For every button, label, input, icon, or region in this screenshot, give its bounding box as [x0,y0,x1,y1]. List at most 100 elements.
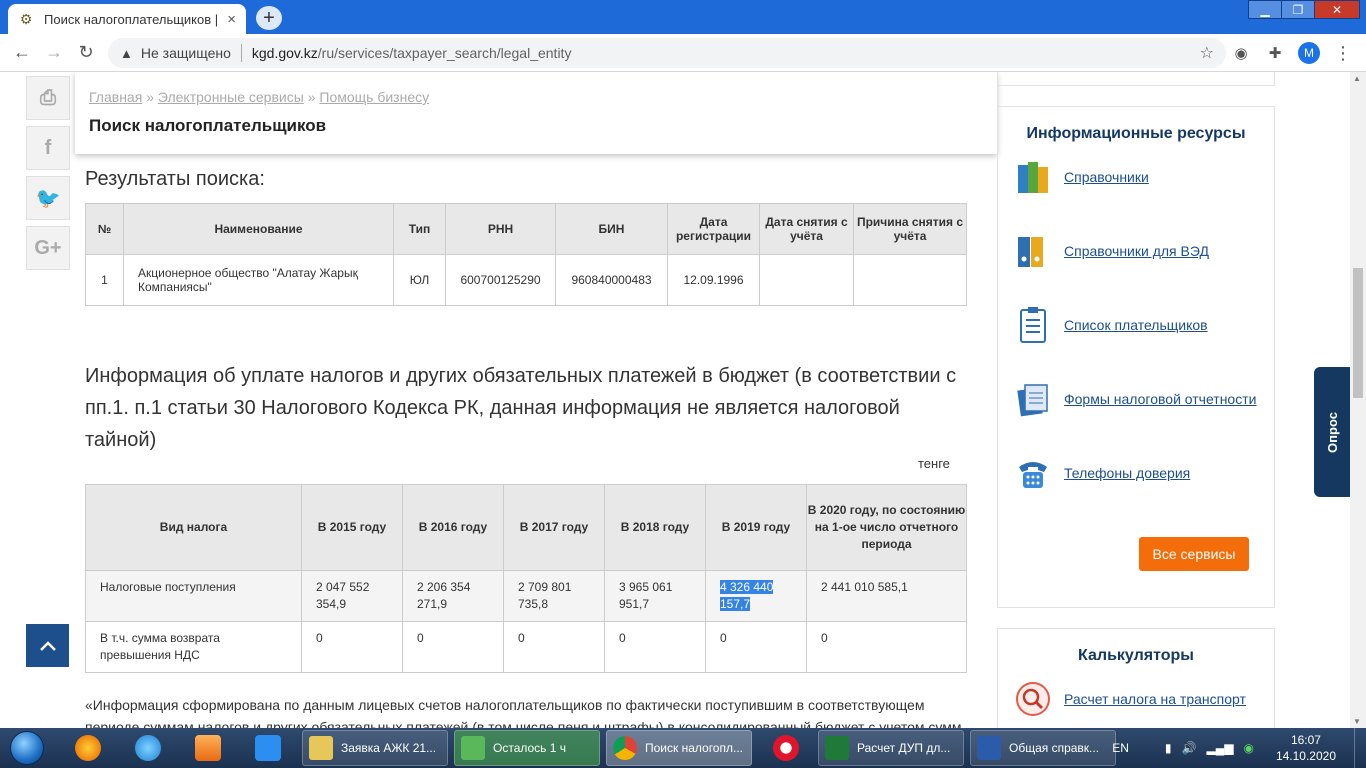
show-desktop-button[interactable] [1354,728,1366,768]
clock[interactable]: 16:07 14.10.2020 [1276,732,1336,764]
maximize-button[interactable]: ❐ [1281,0,1315,19]
bookmark-star-icon[interactable]: ☆ [1200,43,1214,63]
calculators-panel: Калькуляторы Расчет налога на транспорт [997,628,1275,728]
volume-icon[interactable]: 🔊 [1182,741,1197,755]
cell-2020: 2 441 010 585,1 [806,570,967,622]
survey-tab[interactable]: Опрос [1314,367,1350,497]
battery-icon[interactable]: ▮ [1165,741,1172,755]
url-domain: kgd.gov.kz [251,45,318,61]
taskbar-task-chrome[interactable]: Поиск налогопл... [606,730,752,766]
print-icon[interactable]: ⎙ [26,76,70,120]
firefox-icon [75,735,101,761]
page-scrollbar[interactable]: ▲ ▼ [1350,72,1366,728]
tax-table: Вид налога В 2015 году В 2016 году В 201… [85,484,967,673]
taskbar-pin-firefox[interactable] [60,730,116,766]
taskbar-task-excel[interactable]: Расчет ДУП дл... [818,730,964,766]
col-tax-type: Вид налога [85,484,302,571]
taskbar-task-word[interactable]: Общая справк... [970,730,1116,766]
network-icon[interactable]: ▂▄▆ [1206,741,1233,755]
tab-title: Поиск налогоплательщиков | Ко [44,11,222,27]
cell-2016: 2 206 354 271,9 [402,570,504,622]
cell-2015: 0 [301,621,403,673]
cell-2018: 3 965 061 951,7 [604,570,706,622]
site-favicon-icon: ⚙ [19,10,33,27]
facebook-icon[interactable]: f [26,126,70,170]
puzzle-icon[interactable]: ✚ [1260,38,1290,68]
cell-2019[interactable]: 4 326 440 157,7 [705,570,807,622]
sidebar-item-tax-forms[interactable]: Формы налоговой отчетности [1014,379,1256,419]
chrome-icon [613,736,637,760]
breadcrumb: Главная » Электронные сервисы » Помощь б… [89,89,429,105]
menu-dots-icon[interactable]: ⋮ [1334,43,1352,64]
new-tab-button[interactable]: + [256,6,282,30]
scroll-to-top-button[interactable] [26,624,69,667]
taskbar-pin-opera[interactable] [758,730,814,766]
taskbar-pin-maxthon[interactable] [240,730,296,766]
cell-2019: 0 [705,621,807,673]
table-header-row: № Наименование Тип РНН БИН Дата регистра… [85,203,967,255]
cell-2017: 0 [503,621,605,673]
sidebar-top-box [997,72,1275,86]
info-resources-title: Информационные ресурсы [1026,125,1246,142]
media-player-icon [195,735,221,761]
task-label: Расчет ДУП дл... [857,741,951,755]
window-controls: ▁ ❐ ✕ [1248,0,1360,20]
forms-icon [1017,384,1048,417]
cell-bin: 960840000483 [555,254,668,306]
sidebar-item-payers-list[interactable]: Список плательщиков [1014,305,1208,345]
minimize-button[interactable]: ▁ [1248,0,1282,19]
breadcrumb-e-services[interactable]: Электронные сервисы [158,89,304,105]
address-bar[interactable]: ▲ Не защищено kgd.gov.kz /ru/services/ta… [108,38,1226,68]
task-label: Общая справк... [1009,741,1100,755]
avatar[interactable]: M [1298,42,1320,64]
calc-link[interactable]: Расчет налога на транспорт [1064,691,1246,707]
opera-icon [773,735,799,761]
currency-label: тенге [918,456,950,471]
reload-icon[interactable]: ↻ [70,37,102,69]
google-plus-icon[interactable]: G+ [26,226,70,270]
forward-icon[interactable]: → [38,37,70,69]
cell-2020: 0 [806,621,967,673]
clock-date: 14.10.2020 [1275,749,1336,763]
taskbar-task-transfer[interactable]: Осталось 1 ч [454,730,600,766]
table-row: В т.ч. сумма возврата превышения НДС 0 0… [85,621,967,673]
cell-name: Акционерное общество "Алатау Жарық Компа… [123,254,394,306]
taskbar-pin-media[interactable] [180,730,236,766]
chevron-up-icon [39,640,56,651]
tab-close-icon[interactable]: × [227,11,236,28]
taskbar-task-folder[interactable]: Заявка АЖК 21... [302,730,448,766]
sidebar-link[interactable]: Телефоны доверия [1064,465,1190,481]
cell-tax-type: В т.ч. сумма возврата превышения НДС [85,621,302,673]
sidebar-link[interactable]: Формы налоговой отчетности [1064,391,1256,407]
start-button[interactable] [2,728,52,768]
twitter-icon[interactable]: 🐦 [26,176,70,220]
address-separator [240,44,242,62]
col-rnn: РНН [445,203,556,255]
sidebar-item-ved-directories[interactable]: Справочники для ВЭД [1014,231,1209,271]
breadcrumb-sep: » [146,89,154,105]
sidebar-link[interactable]: Справочники для ВЭД [1064,243,1209,259]
breadcrumb-home[interactable]: Главная [89,89,142,105]
cell-2018: 0 [604,621,706,673]
language-indicator[interactable]: EN [1112,741,1129,755]
scroll-up-icon[interactable]: ▲ [1353,74,1361,83]
col-2015: В 2015 году [301,484,403,571]
sidebar-link[interactable]: Список плательщиков [1064,317,1208,333]
sidebar-link[interactable]: Справочники [1064,169,1149,185]
back-icon[interactable]: ← [6,37,38,69]
scrollbar-thumb[interactable] [1353,268,1363,398]
taskbar-pin-ie[interactable] [120,730,176,766]
status-icon[interactable]: ◉ [1243,741,1253,755]
sidebar-item-directories[interactable]: Справочники [1014,157,1149,197]
close-window-button[interactable]: ✕ [1314,0,1360,19]
all-services-button[interactable]: Все сервисы [1139,537,1249,571]
col-2019: В 2019 году [705,484,807,571]
cell-2015: 2 047 552 354,9 [301,570,403,622]
scroll-down-icon[interactable]: ▼ [1353,717,1361,726]
extension-icon[interactable]: ◉ [1226,38,1256,68]
browser-tab[interactable]: ⚙ Поиск налогоплательщиков | Ко × [8,4,246,34]
breadcrumb-business-help[interactable]: Помощь бизнесу [319,89,429,105]
calculators-title: Калькуляторы [1078,647,1194,664]
calc-item-transport-tax[interactable]: Расчет налога на транспорт [1014,679,1246,719]
sidebar-item-trust-phones[interactable]: Телефоны доверия [1014,453,1190,493]
